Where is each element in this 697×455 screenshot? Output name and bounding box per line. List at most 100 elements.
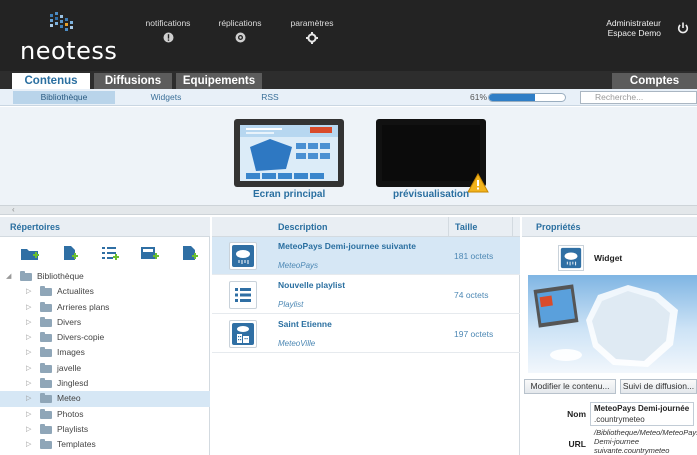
- file-size: 181 octets: [454, 251, 494, 261]
- widget-weather-icon: [558, 245, 584, 271]
- nav-replications[interactable]: réplications: [215, 18, 265, 43]
- logo-mark-icon: [50, 12, 73, 31]
- expand-arrow-icon[interactable]: ▷: [26, 284, 31, 299]
- main-screen-label: Ecran principal: [253, 189, 326, 200]
- collapse-arrow-icon[interactable]: ◢: [6, 269, 11, 284]
- expand-arrow-icon[interactable]: ▷: [26, 437, 31, 452]
- modify-content-button[interactable]: Modifier le contenu...: [524, 379, 616, 394]
- col-size[interactable]: Taille: [448, 217, 477, 237]
- file-name: Saint Etienne: [278, 319, 332, 329]
- nav-parameters-label: paramètres: [290, 18, 334, 28]
- subtab-bibliotheque[interactable]: Bibliothèque: [13, 91, 115, 104]
- screen-content-image: [240, 125, 338, 181]
- nav-notifications[interactable]: notifications: [143, 18, 193, 43]
- power-icon[interactable]: [677, 22, 689, 34]
- folder-icon: [40, 347, 52, 358]
- main-screen-thumbnail[interactable]: [234, 119, 344, 187]
- add-layout-icon[interactable]: [140, 245, 160, 261]
- tree-item-label: Templates: [57, 439, 96, 450]
- tree-item[interactable]: ▷ Meteo: [0, 391, 210, 407]
- widget-preview-image: [528, 275, 697, 373]
- properties-title: Propriétés: [536, 222, 581, 232]
- folder-icon: [40, 362, 52, 373]
- search-input[interactable]: Recherche...: [580, 91, 697, 104]
- name-value-ext: .countrymeteo: [594, 415, 645, 424]
- directories-header: Répertoires: [0, 217, 210, 237]
- tree-item[interactable]: ◢ Bibliothèque: [0, 269, 210, 284]
- directories-panel: ◢ Bibliothèque ▷ Actualites ▷ Arrieres plans ▷…: [0, 237, 210, 455]
- tree-item-label: Photos: [57, 408, 84, 419]
- neotess-logo[interactable]: neotess: [20, 12, 118, 65]
- tab-equipements[interactable]: Equipements: [176, 73, 262, 89]
- subtab-widgets[interactable]: Widgets: [118, 91, 214, 104]
- folder-icon: [40, 286, 52, 297]
- tree-item-label: Jinglesd: [57, 378, 89, 389]
- tree-item-label: Divers: [57, 316, 82, 327]
- preview-screen-thumbnail[interactable]: [376, 119, 489, 193]
- folder-icon: [40, 393, 52, 404]
- folder-icon: [40, 439, 52, 450]
- expand-arrow-icon[interactable]: ▷: [26, 315, 31, 330]
- folder-icon: [40, 378, 52, 389]
- add-folder-icon[interactable]: [20, 245, 40, 261]
- tree-item[interactable]: ▷ Actualites: [0, 284, 210, 299]
- tab-diffusions[interactable]: Diffusions: [94, 73, 172, 89]
- storage-quota-bar: [488, 93, 566, 102]
- file-row[interactable]: Saint Etienne MeteoVille 197 octets: [212, 315, 520, 353]
- user-space: Espace Demo: [607, 28, 661, 38]
- tree-item[interactable]: ▷ Divers-copie: [0, 330, 210, 345]
- subtab-rss[interactable]: RSS: [222, 91, 318, 104]
- name-value: MeteoPays Demi-journée: [594, 404, 690, 413]
- file-name: Nouvelle playlist: [278, 280, 346, 290]
- tab-comptes[interactable]: Comptes: [612, 73, 697, 89]
- screen-preview-area: Ecran principal prévisualisation: [0, 107, 697, 205]
- file-row[interactable]: MeteoPays Demi-journee suivante MeteoPay…: [212, 237, 520, 275]
- tree-item[interactable]: ▷ Templates: [0, 437, 210, 452]
- tree-item[interactable]: ▷ Divers: [0, 315, 210, 330]
- tree-item[interactable]: ▷ Arrieres plans: [0, 300, 210, 315]
- expand-arrow-icon[interactable]: ▷: [26, 345, 31, 360]
- expand-arrow-icon[interactable]: ▷: [26, 407, 31, 422]
- logo-text: neotess: [20, 37, 118, 65]
- url-key: URL: [568, 439, 586, 449]
- properties-header: Propriétés: [522, 217, 697, 237]
- folder-icon: [40, 316, 52, 327]
- add-document-icon[interactable]: [180, 245, 200, 261]
- expand-arrow-icon[interactable]: ▷: [26, 330, 31, 345]
- user-info[interactable]: Administrateur Espace Demo: [606, 18, 661, 38]
- expand-arrow-icon[interactable]: ▷: [26, 391, 31, 406]
- file-type: Playlist: [278, 300, 304, 309]
- tree-item[interactable]: ▷ javelle: [0, 361, 210, 376]
- expand-arrow-icon[interactable]: ▷: [26, 361, 31, 376]
- nav-parameters[interactable]: paramètres: [287, 18, 337, 44]
- sub-tabs: Bibliothèque Widgets RSS 61% Recherche..…: [0, 89, 697, 106]
- url-line-3: suivante.countrymeteo: [594, 446, 670, 455]
- tree-item[interactable]: ▷ Playlists: [0, 422, 210, 437]
- directories-toolbar: [0, 237, 210, 269]
- col-description[interactable]: Description: [278, 217, 328, 237]
- add-file-icon[interactable]: [60, 245, 80, 261]
- tree-item[interactable]: ▷ Jinglesd: [0, 376, 210, 391]
- directory-tree: ◢ Bibliothèque ▷ Actualites ▷ Arrieres plans ▷…: [0, 269, 210, 453]
- folder-icon: [40, 408, 52, 419]
- collapse-splitter[interactable]: ‹: [0, 205, 697, 215]
- user-name: Administrateur: [606, 18, 661, 28]
- preview-label: prévisualisation: [393, 189, 470, 200]
- file-row[interactable]: Nouvelle playlist Playlist 74 octets: [212, 276, 520, 314]
- tree-item[interactable]: ▷ Images: [0, 345, 210, 360]
- folder-icon: [20, 271, 32, 281]
- tree-item[interactable]: ▷ Photos: [0, 407, 210, 422]
- tree-item-label: Bibliothèque: [37, 271, 84, 281]
- follow-diffusion-button[interactable]: Suivi de diffusion...: [620, 379, 697, 394]
- expand-arrow-icon[interactable]: ▷: [26, 300, 31, 315]
- nav-replications-label: réplications: [218, 18, 262, 28]
- expand-arrow-icon[interactable]: ▷: [26, 422, 31, 437]
- property-type: Widget: [594, 253, 623, 263]
- replication-icon: [235, 32, 245, 43]
- expand-arrow-icon[interactable]: ▷: [26, 376, 31, 391]
- directories-title: Répertoires: [10, 222, 61, 232]
- weather-icon: [229, 242, 257, 270]
- preview-screen-blank: [382, 125, 480, 181]
- add-playlist-icon[interactable]: [100, 245, 120, 261]
- tab-contenus[interactable]: Contenus: [12, 73, 90, 89]
